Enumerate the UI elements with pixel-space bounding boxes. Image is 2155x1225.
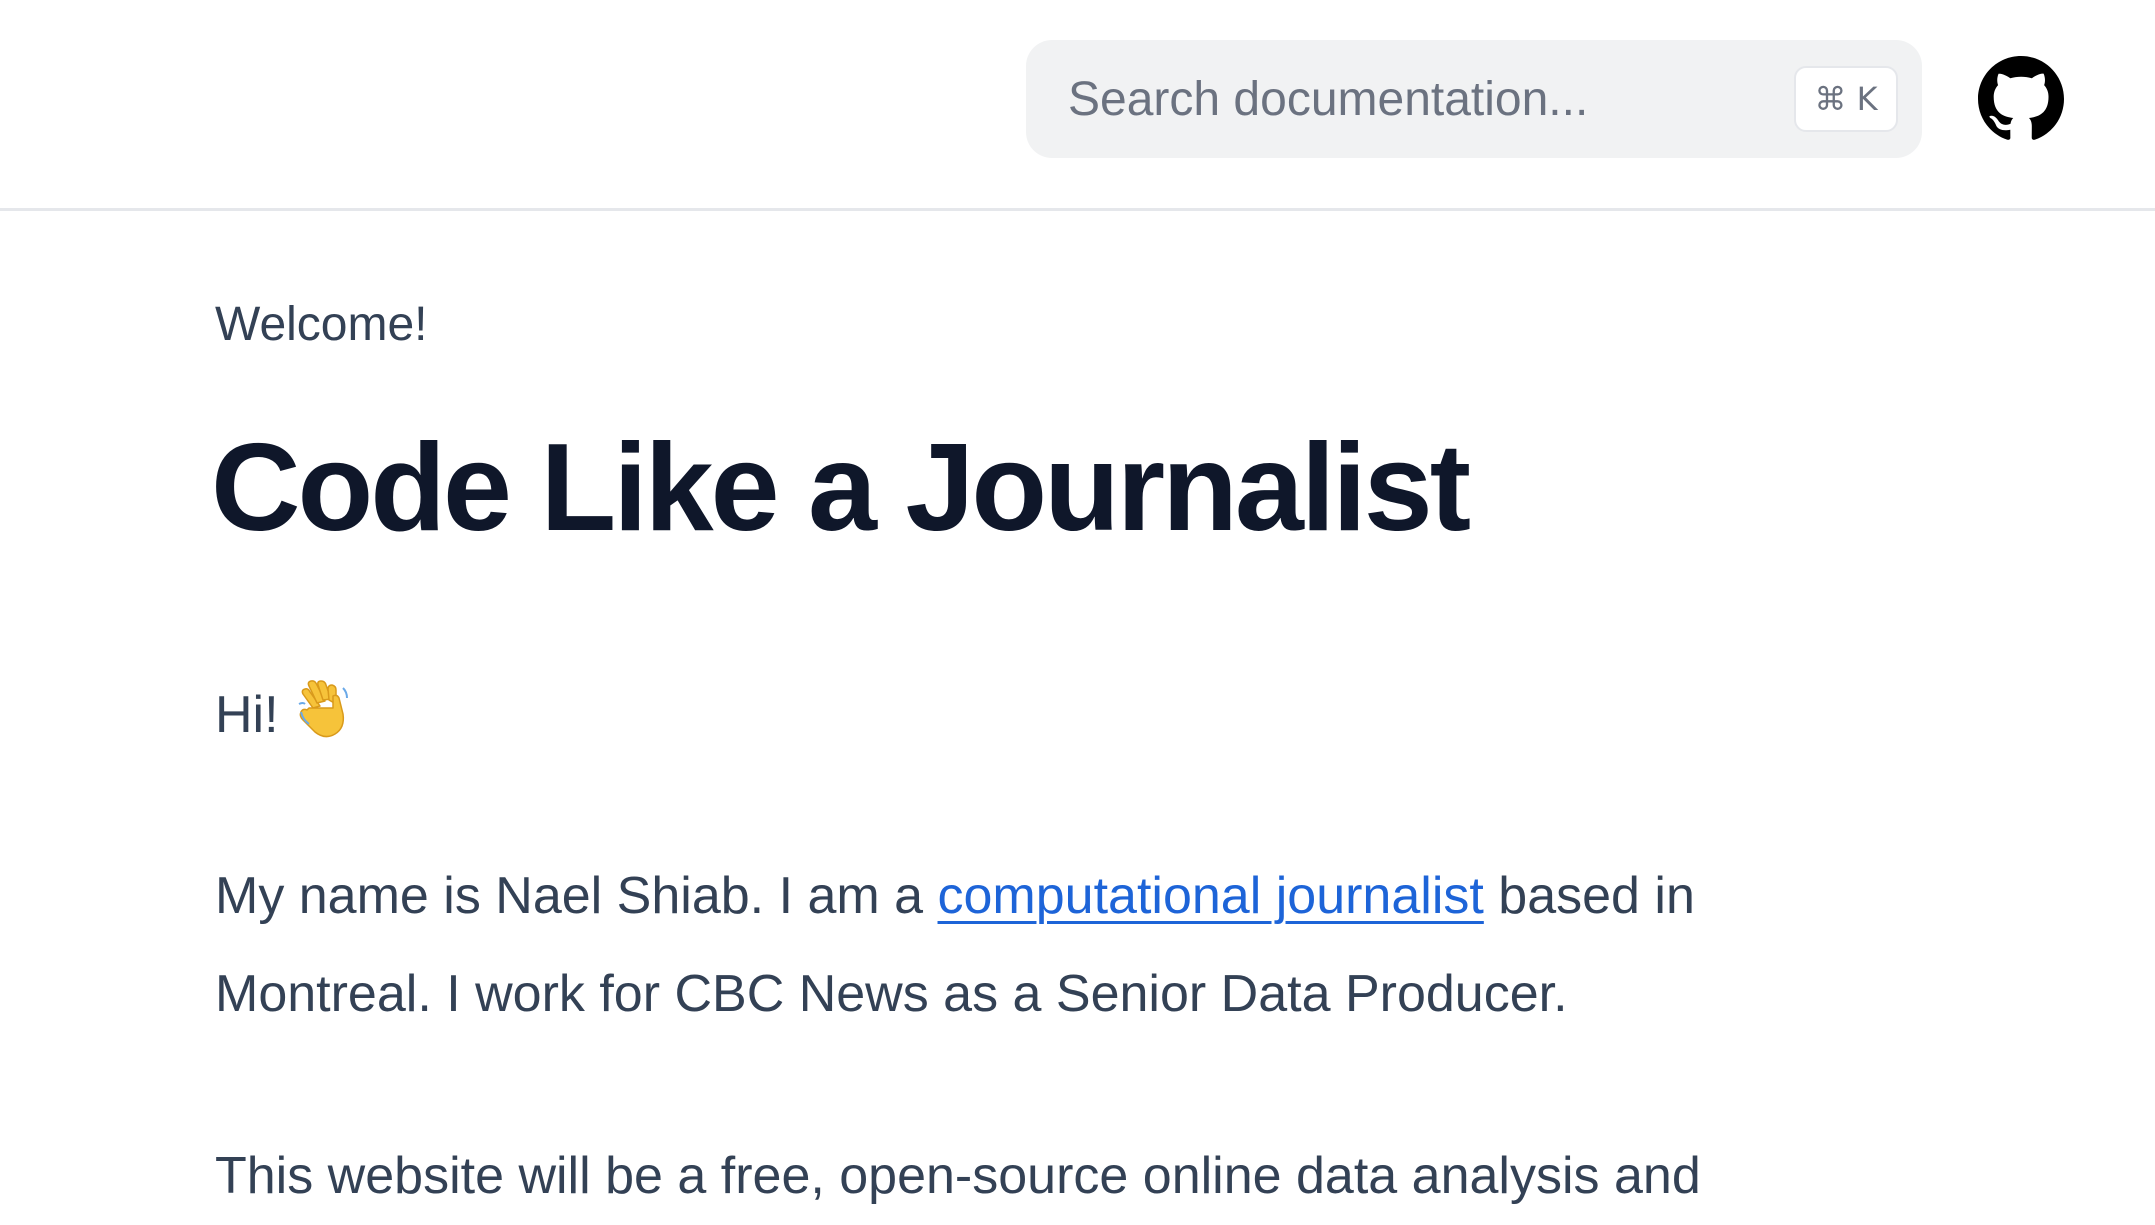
top-navigation-bar: ⌘ K — [0, 0, 2155, 211]
site-description-paragraph: This website will be a free, open-source… — [215, 1147, 1701, 1205]
computational-journalist-link[interactable]: computational journalist — [938, 867, 1484, 925]
page-title: Code Like a Journalist — [211, 419, 1471, 557]
github-icon — [1978, 56, 2064, 140]
greeting-text: Hi! — [215, 686, 279, 744]
github-link[interactable] — [1978, 56, 2064, 142]
search-box[interactable]: ⌘ K — [1026, 40, 1922, 158]
waving-hand-icon — [298, 680, 349, 738]
intro-paragraph: My name is Nael Shiab. I am a computatio… — [215, 847, 1915, 1043]
search-shortcut-badge: ⌘ K — [1794, 66, 1898, 132]
section-eyebrow: Welcome! — [215, 298, 428, 351]
intro-text-before: My name is Nael Shiab. I am a — [215, 867, 938, 925]
search-input[interactable] — [1068, 40, 1768, 158]
greeting-paragraph: Hi! — [215, 666, 1915, 764]
